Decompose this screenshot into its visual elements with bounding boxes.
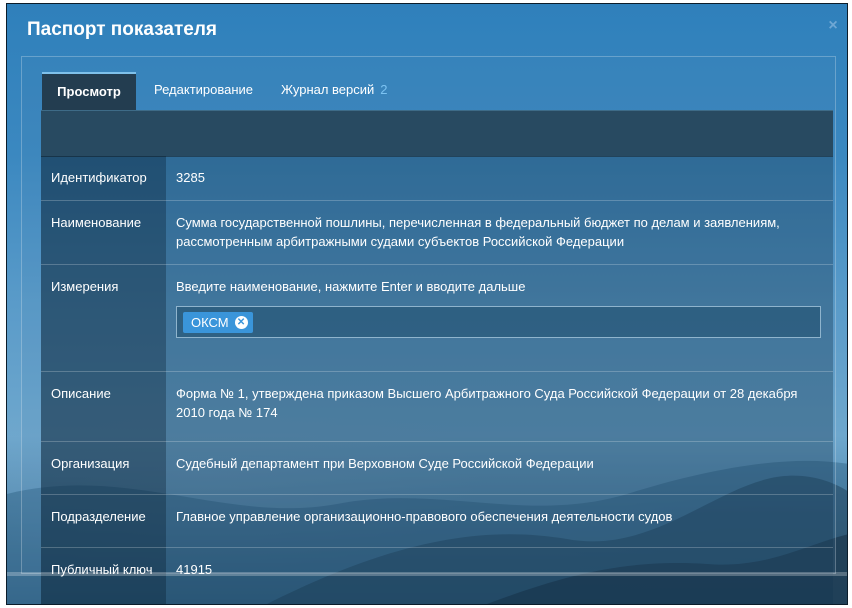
table-row: Публичный ключ 41915 [41, 547, 833, 604]
table-row: Организация Судебный департамент при Вер… [41, 441, 833, 495]
tab-view[interactable]: Просмотр [42, 72, 136, 110]
dialog-title: Паспорт показателя [27, 19, 217, 40]
field-label: Описание [41, 371, 166, 442]
passport-dialog: Паспорт показателя × Просмотр Редактиров… [6, 3, 848, 605]
remove-circle-icon[interactable]: ✕ [234, 316, 248, 329]
field-label: Измерения [41, 264, 166, 372]
toolbar-band [41, 110, 833, 157]
name-value: Сумма государственной пошлины, перечисле… [166, 200, 833, 265]
dialog-header: Паспорт показателя × [7, 4, 847, 56]
dimensions-cell: Введите наименование, нажмите Enter и вв… [166, 264, 833, 372]
tab-history-count: 2 [380, 82, 388, 97]
identifier-value: 3285 [166, 156, 833, 201]
description-value: Форма № 1, утверждена приказом Высшего А… [166, 371, 833, 442]
tab-view-label: Просмотр [57, 84, 121, 99]
content-panel: Просмотр Редактирование Журнал версий 2 И… [21, 56, 836, 604]
properties-table: Идентификатор 3285 Наименование Сумма го… [41, 156, 833, 604]
table-row: Идентификатор 3285 [41, 156, 833, 201]
table-row: Описание Форма № 1, утверждена приказом … [41, 371, 833, 442]
public-key-value: 41915 [166, 547, 833, 604]
dimension-tag[interactable]: ОКСМ ✕ [183, 312, 253, 333]
table-row: Подразделение Главное управление организ… [41, 494, 833, 548]
dimension-tag-label: ОКСМ [191, 315, 229, 330]
close-icon[interactable]: × [825, 18, 841, 34]
field-label: Публичный ключ [41, 547, 166, 604]
table-row: Измерения Введите наименование, нажмите … [41, 264, 833, 372]
field-label: Идентификатор [41, 156, 166, 201]
tab-edit[interactable]: Редактирование [154, 72, 253, 110]
tab-history-label: Журнал версий [281, 82, 375, 97]
dimensions-hint: Введите наименование, нажмите Enter и вв… [176, 279, 526, 294]
field-label: Подразделение [41, 494, 166, 548]
division-value: Главное управление организационно-правов… [166, 494, 833, 548]
table-row: Наименование Сумма государственной пошли… [41, 200, 833, 265]
footer-divider [7, 572, 847, 576]
tab-history[interactable]: Журнал версий 2 [281, 72, 388, 110]
dimensions-tag-input[interactable]: ОКСМ ✕ [176, 306, 821, 338]
organization-value: Судебный департамент при Верховном Суде … [166, 441, 833, 495]
field-label: Наименование [41, 200, 166, 265]
field-label: Организация [41, 441, 166, 495]
tab-edit-label: Редактирование [154, 82, 254, 97]
